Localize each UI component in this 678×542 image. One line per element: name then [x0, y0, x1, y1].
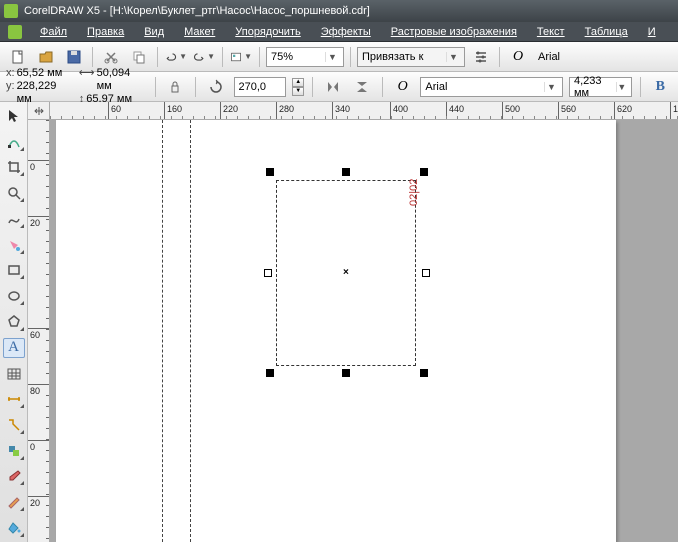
text-tool[interactable]: A: [3, 338, 25, 358]
angle-value: 270,0: [239, 81, 267, 93]
menu-edit[interactable]: Правка: [79, 24, 132, 40]
property-bar: x:65,52 мм y:228,229 мм ⟷50,094 мм ↕65,9…: [0, 72, 678, 102]
guideline-2[interactable]: [190, 120, 191, 542]
eyedropper-tool[interactable]: [3, 467, 25, 487]
size-readout: ⟷50,094 мм ↕65,97 мм: [79, 67, 147, 106]
fontsize-value: 4,233 мм: [574, 75, 608, 99]
options-button[interactable]: [469, 45, 493, 69]
connector-tool[interactable]: [3, 415, 25, 435]
menu-arrange[interactable]: Упорядочить: [227, 24, 308, 40]
ruler-origin[interactable]: [28, 102, 50, 120]
font-value: Arial: [425, 81, 447, 93]
ellipse-tool[interactable]: [3, 286, 25, 306]
handle-tr[interactable]: [420, 168, 428, 176]
menu-effects[interactable]: Эффекты: [313, 24, 379, 40]
save-button[interactable]: [62, 45, 86, 69]
mirror-v-button[interactable]: [351, 75, 374, 99]
angle-spinner[interactable]: ▲▼: [292, 78, 304, 96]
polygon-tool[interactable]: [3, 312, 25, 332]
handle-mr[interactable]: [422, 269, 430, 277]
handle-tl[interactable]: [266, 168, 274, 176]
zoom-tool[interactable]: [3, 183, 25, 203]
snap-label: Привязать к: [362, 51, 423, 63]
shape-tool[interactable]: [3, 132, 25, 152]
font-combo[interactable]: Arial▼: [420, 77, 563, 97]
fontsize-combo[interactable]: 4,233 мм▼: [569, 77, 632, 97]
text-object[interactable]: 02|02: [408, 179, 420, 206]
menu-more[interactable]: И: [640, 24, 664, 40]
rotate-icon: [204, 75, 227, 99]
menu-bitmaps[interactable]: Растровые изображения: [383, 24, 525, 40]
horizontal-ruler[interactable]: 60160220280340400440500560620140: [50, 102, 678, 120]
angle-input[interactable]: 270,0: [234, 77, 287, 97]
bold-button[interactable]: B: [649, 75, 672, 99]
menu-layout[interactable]: Макет: [176, 24, 223, 40]
handle-br[interactable]: [420, 369, 428, 377]
window-title: CorelDRAW X5 - [H:\Корел\Буклет_ртг\Насо…: [24, 5, 370, 17]
menu-file[interactable]: Файл: [32, 24, 75, 40]
title-bar: CorelDRAW X5 - [H:\Корел\Буклет_ртг\Насо…: [0, 0, 678, 22]
toolbox: A: [0, 102, 28, 542]
crop-tool[interactable]: [3, 158, 25, 178]
smart-fill-tool[interactable]: [3, 235, 25, 255]
freehand-tool[interactable]: [3, 209, 25, 229]
undo-button[interactable]: ▼: [164, 45, 188, 69]
vertical-ruler[interactable]: 0206080020: [28, 120, 50, 542]
redo-button[interactable]: ▼: [192, 45, 216, 69]
menu-bar: Файл Правка Вид Макет Упорядочить Эффект…: [0, 22, 678, 42]
handle-ml[interactable]: [264, 269, 272, 277]
canvas[interactable]: 02|02 ×: [50, 120, 678, 542]
main-area: A 60160220280340400440500560620140 02060…: [0, 102, 678, 542]
selection-center: ×: [343, 267, 349, 278]
zoom-combo[interactable]: 75%▼: [266, 47, 344, 67]
handle-bl[interactable]: [266, 369, 274, 377]
copy-button[interactable]: [127, 45, 151, 69]
handle-bc[interactable]: [342, 369, 350, 377]
size-w: 50,094 мм: [97, 67, 147, 93]
font-icon-prop: O: [391, 75, 414, 99]
menu-table[interactable]: Таблица: [577, 24, 636, 40]
import-button[interactable]: ▼: [229, 45, 253, 69]
lock-ratio-button[interactable]: [164, 75, 187, 99]
open-button[interactable]: [34, 45, 58, 69]
menu-text[interactable]: Текст: [529, 24, 573, 40]
zoom-value: 75%: [271, 51, 293, 63]
app-icon: [4, 4, 18, 18]
interactive-tool[interactable]: [3, 441, 25, 461]
cut-button[interactable]: [99, 45, 123, 69]
table-tool[interactable]: [3, 364, 25, 384]
mirror-h-button[interactable]: [321, 75, 344, 99]
menu-view[interactable]: Вид: [136, 24, 172, 40]
pos-x: 65,52 мм: [17, 67, 63, 80]
top-font-combo[interactable]: Arial: [534, 47, 644, 67]
new-button[interactable]: [6, 45, 30, 69]
doc-icon: [8, 25, 22, 39]
outline-tool[interactable]: [3, 492, 25, 512]
guideline-1[interactable]: [162, 120, 163, 542]
position-readout: x:65,52 мм y:228,229 мм: [6, 67, 73, 106]
rectangle-tool[interactable]: [3, 261, 25, 281]
top-font-value: Arial: [538, 51, 560, 63]
handle-tc[interactable]: [342, 168, 350, 176]
snap-combo[interactable]: Привязать к▼: [357, 47, 465, 67]
font-icon: O: [506, 45, 530, 69]
fill-tool[interactable]: [3, 518, 25, 538]
dimension-tool[interactable]: [3, 389, 25, 409]
pick-tool[interactable]: [3, 106, 25, 126]
